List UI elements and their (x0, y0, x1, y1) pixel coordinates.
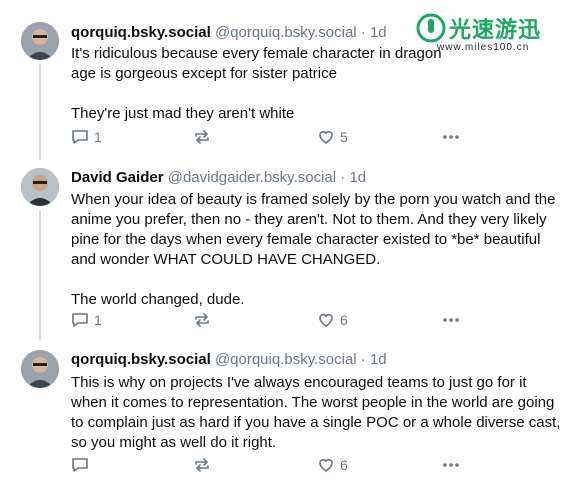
avatar[interactable] (21, 168, 59, 206)
repost-arrows-icon (195, 130, 209, 144)
thread-line (39, 64, 41, 160)
reply-button[interactable]: 1 (71, 127, 102, 147)
post-header: qorquiq.bsky.social @qorquiq.bsky.social… (71, 351, 387, 368)
more-dots-icon (443, 135, 459, 139)
post-age[interactable]: 1d (370, 351, 387, 368)
speech-bubble-icon (72, 130, 88, 144)
repost-button[interactable] (193, 127, 211, 147)
post-paragraph: They're just mad they aren't white (71, 105, 295, 122)
post-actions: 1 5 (71, 127, 471, 147)
like-count: 6 (340, 312, 348, 328)
post-paragraph: When your idea of beauty is framed solel… (71, 191, 556, 268)
like-button[interactable]: 5 (317, 127, 348, 147)
post-paragraph: It's ridiculous because every female cha… (71, 45, 442, 82)
author-handle[interactable]: @qorquiq.bsky.social (215, 24, 357, 41)
reply-count: 1 (94, 312, 102, 328)
post-actions: 6 (71, 455, 471, 475)
post-body: This is why on projects I've always enco… (71, 373, 561, 453)
speech-bubble-icon (72, 313, 88, 327)
reply-count: 1 (94, 129, 102, 145)
separator-dot: · (340, 169, 346, 186)
more-button[interactable] (441, 310, 461, 330)
author-name[interactable]: qorquiq.bsky.social (71, 24, 211, 41)
reply-button[interactable] (71, 455, 94, 475)
speech-bubble-icon (72, 458, 88, 472)
repost-arrows-icon (195, 313, 209, 327)
avatar[interactable] (21, 350, 59, 388)
post-body: It's ridiculous because every female cha… (71, 44, 451, 124)
heart-icon (319, 314, 333, 327)
post-age[interactable]: 1d (370, 24, 387, 41)
post-body: When your idea of beauty is framed solel… (71, 190, 561, 310)
thread-line (39, 210, 41, 340)
more-dots-icon (443, 463, 459, 467)
repost-button[interactable] (193, 455, 211, 475)
post-age[interactable]: 1d (349, 169, 366, 186)
like-button[interactable]: 6 (317, 310, 348, 330)
author-name[interactable]: qorquiq.bsky.social (71, 351, 211, 368)
post-paragraph: The world changed, dude. (71, 291, 245, 308)
post-header: David Gaider @davidgaider.bsky.social · … (71, 169, 366, 186)
separator-dot: · (360, 24, 366, 41)
heart-icon (319, 459, 333, 472)
more-dots-icon (443, 318, 459, 322)
post-header: qorquiq.bsky.social @qorquiq.bsky.social… (71, 24, 387, 41)
post-paragraph: This is why on projects I've always enco… (71, 374, 561, 451)
author-handle[interactable]: @qorquiq.bsky.social (215, 351, 357, 368)
avatar[interactable] (21, 22, 59, 60)
more-button[interactable] (441, 455, 461, 475)
separator-dot: · (360, 351, 366, 368)
heart-icon (319, 131, 333, 144)
like-count: 5 (340, 129, 348, 145)
author-handle[interactable]: @davidgaider.bsky.social (168, 169, 336, 186)
post[interactable]: David Gaider @davidgaider.bsky.social · … (0, 160, 581, 340)
reply-button[interactable]: 1 (71, 310, 102, 330)
repost-arrows-icon (195, 458, 209, 472)
post[interactable]: qorquiq.bsky.social @qorquiq.bsky.social… (0, 0, 581, 160)
like-button[interactable]: 6 (317, 455, 348, 475)
post[interactable]: qorquiq.bsky.social @qorquiq.bsky.social… (0, 340, 581, 484)
author-name[interactable]: David Gaider (71, 169, 164, 186)
repost-button[interactable] (193, 310, 211, 330)
more-button[interactable] (441, 127, 461, 147)
like-count: 6 (340, 457, 348, 473)
post-actions: 1 6 (71, 310, 471, 330)
